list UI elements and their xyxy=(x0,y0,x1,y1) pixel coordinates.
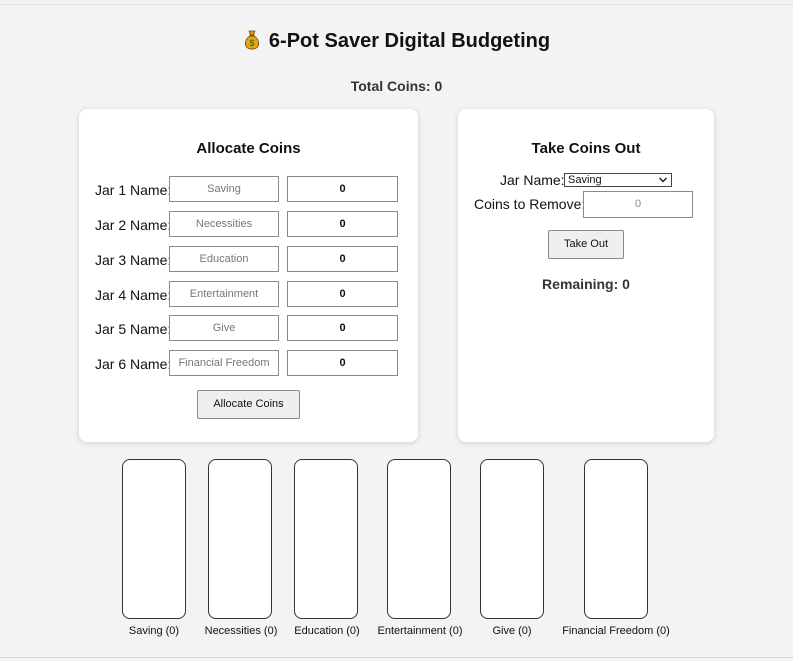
pot-entertainment xyxy=(387,459,451,619)
jar-4-amount-input[interactable]: 0 xyxy=(287,281,398,307)
jar-1-label: Jar 1 Name: xyxy=(95,182,172,198)
jar-row-6: Jar 6 Name: Financial Freedom 0 xyxy=(79,350,418,378)
jar-2-amount-input[interactable]: 0 xyxy=(287,211,398,237)
jar-row-2: Jar 2 Name: Necessities 0 xyxy=(79,211,418,239)
take-out-heading: Take Coins Out xyxy=(531,140,641,157)
pot-label-necessities: Necessities (0) xyxy=(204,625,278,637)
take-coins-out-card: Take Coins Out Jar Name: Saving Coins to… xyxy=(458,109,714,442)
jar-row-3: Jar 3 Name: Education 0 xyxy=(79,246,418,274)
svg-text:$: $ xyxy=(249,38,254,48)
allocate-coins-button[interactable]: Allocate Coins xyxy=(197,390,300,419)
total-coins: Total Coins: 0 xyxy=(350,78,443,94)
jar-row-5: Jar 5 Name: Give 0 xyxy=(79,315,418,343)
bottom-divider xyxy=(0,657,793,658)
jar-name-label: Jar Name: xyxy=(500,172,565,188)
pot-label-saving: Saving (0) xyxy=(128,625,180,637)
jar-name-select-value: Saving xyxy=(568,174,602,186)
pot-education xyxy=(294,459,358,619)
pot-give xyxy=(480,459,544,619)
jar-5-name-input[interactable]: Give xyxy=(169,315,279,341)
jar-3-name-input[interactable]: Education xyxy=(169,246,279,272)
jar-3-amount-input[interactable]: 0 xyxy=(287,246,398,272)
jar-4-name-input[interactable]: Entertainment xyxy=(169,281,279,307)
pot-label-education: Education (0) xyxy=(294,625,360,637)
coins-to-remove-input[interactable]: 0 xyxy=(583,191,693,218)
jar-6-label: Jar 6 Name: xyxy=(95,356,172,372)
pot-saving xyxy=(122,459,186,619)
jar-3-label: Jar 3 Name: xyxy=(95,252,172,268)
jar-2-label: Jar 2 Name: xyxy=(95,217,172,233)
jar-name-select[interactable]: Saving xyxy=(564,173,672,187)
page: $ 6-Pot Saver Digital Budgeting Total Co… xyxy=(0,0,793,661)
coins-to-remove-label: Coins to Remove: xyxy=(474,196,586,212)
allocate-coins-card: Allocate Coins Jar 1 Name: Saving 0 Jar … xyxy=(79,109,418,442)
take-out-button[interactable]: Take Out xyxy=(548,230,624,259)
top-divider xyxy=(0,4,793,5)
page-title-text: 6-Pot Saver Digital Budgeting xyxy=(268,30,551,52)
jar-2-name-input[interactable]: Necessities xyxy=(169,211,279,237)
jar-6-amount-input[interactable]: 0 xyxy=(287,350,398,376)
jar-1-name-input[interactable]: Saving xyxy=(169,176,279,202)
remaining-coins: Remaining: 0 xyxy=(542,276,630,292)
jar-5-label: Jar 5 Name: xyxy=(95,321,172,337)
pot-financial-freedom xyxy=(584,459,648,619)
pot-label-financial-freedom: Financial Freedom (0) xyxy=(562,625,670,637)
pot-label-give: Give (0) xyxy=(492,625,532,637)
pot-necessities xyxy=(208,459,272,619)
pot-label-entertainment: Entertainment (0) xyxy=(377,625,463,637)
jar-4-label: Jar 4 Name: xyxy=(95,287,172,303)
chevron-down-icon xyxy=(658,175,668,185)
jar-row-1: Jar 1 Name: Saving 0 xyxy=(79,176,418,204)
page-title: $ 6-Pot Saver Digital Budgeting xyxy=(0,30,793,53)
jar-1-amount-input[interactable]: 0 xyxy=(287,176,398,202)
jar-row-4: Jar 4 Name: Entertainment 0 xyxy=(79,281,418,309)
money-bag-icon: $ xyxy=(243,30,261,50)
allocate-heading: Allocate Coins xyxy=(196,140,301,157)
jar-5-amount-input[interactable]: 0 xyxy=(287,315,398,341)
jar-6-name-input[interactable]: Financial Freedom xyxy=(169,350,279,376)
